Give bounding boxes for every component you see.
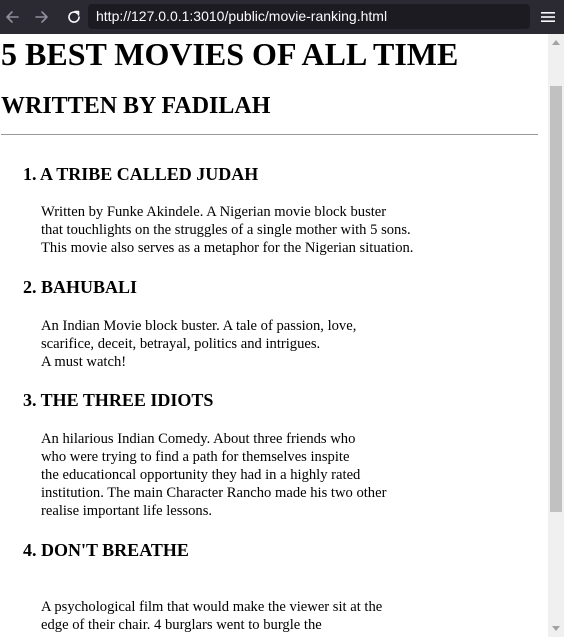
scroll-thumb[interactable] [550, 86, 562, 512]
description-line: An hilarious Indian Comedy. About three … [41, 431, 356, 447]
description-line: scarifice, deceit, betrayal, politics an… [41, 336, 321, 352]
hamburger-menu-icon [541, 12, 555, 22]
movie-title: 2. BAHUBALI [23, 277, 138, 297]
description-line: who were trying to find a path for thems… [41, 449, 350, 465]
divider [1, 134, 538, 135]
vertical-scrollbar[interactable] [548, 34, 564, 637]
menu-button[interactable] [536, 5, 560, 29]
description-line: realise important life lessons. [41, 503, 213, 519]
movie-description: An hilarious Indian Comedy. About three … [41, 430, 386, 520]
reload-icon [68, 10, 80, 23]
arrow-right-icon [35, 11, 48, 23]
description-line: A psychological film that would make the… [41, 599, 383, 615]
movie-title: 4. DON'T BREATHE [23, 540, 189, 560]
description-line: Written by Funke Akindele. A Nigerian mo… [41, 204, 387, 220]
description-line: This movie also serves as a metaphor for… [41, 240, 414, 256]
page-subtitle: WRITTEN BY FADILAH [1, 93, 271, 119]
description-line: A must watch! [41, 354, 127, 370]
page-title: 5 BEST MOVIES OF ALL TIME [1, 36, 459, 72]
description-line: the educationcal opportunity they had in… [41, 467, 361, 483]
arrow-left-icon [6, 11, 19, 23]
url-text[interactable]: http://127.0.0.1:3010/public/movie-ranki… [96, 8, 387, 24]
scroll-down-icon[interactable] [552, 626, 560, 631]
description-line: edge of their chair. 4 burglars went to … [41, 617, 322, 633]
browser-toolbar: http://127.0.0.1:3010/public/movie-ranki… [0, 0, 564, 34]
address-bar[interactable]: http://127.0.0.1:3010/public/movie-ranki… [88, 4, 530, 29]
movie-description: A psychological film that would make the… [41, 598, 382, 634]
movie-title: 3. THE THREE IDIOTS [23, 390, 214, 410]
description-line: institution. The main Character Rancho m… [41, 485, 387, 501]
page-viewport: 5 BEST MOVIES OF ALL TIME WRITTEN BY FAD… [0, 34, 548, 637]
movie-description: Written by Funke Akindele. A Nigerian mo… [41, 203, 413, 257]
movie-description: An Indian Movie block buster. A tale of … [41, 317, 356, 371]
description-line: that touchlights on the struggles of a s… [41, 222, 411, 238]
back-button[interactable] [0, 5, 24, 29]
movie-title: 1. A TRIBE CALLED JUDAH [23, 164, 259, 184]
reload-button[interactable] [62, 5, 86, 29]
description-line: An Indian Movie block buster. A tale of … [41, 318, 357, 334]
forward-button[interactable] [30, 5, 54, 29]
scroll-up-icon[interactable] [552, 40, 560, 45]
